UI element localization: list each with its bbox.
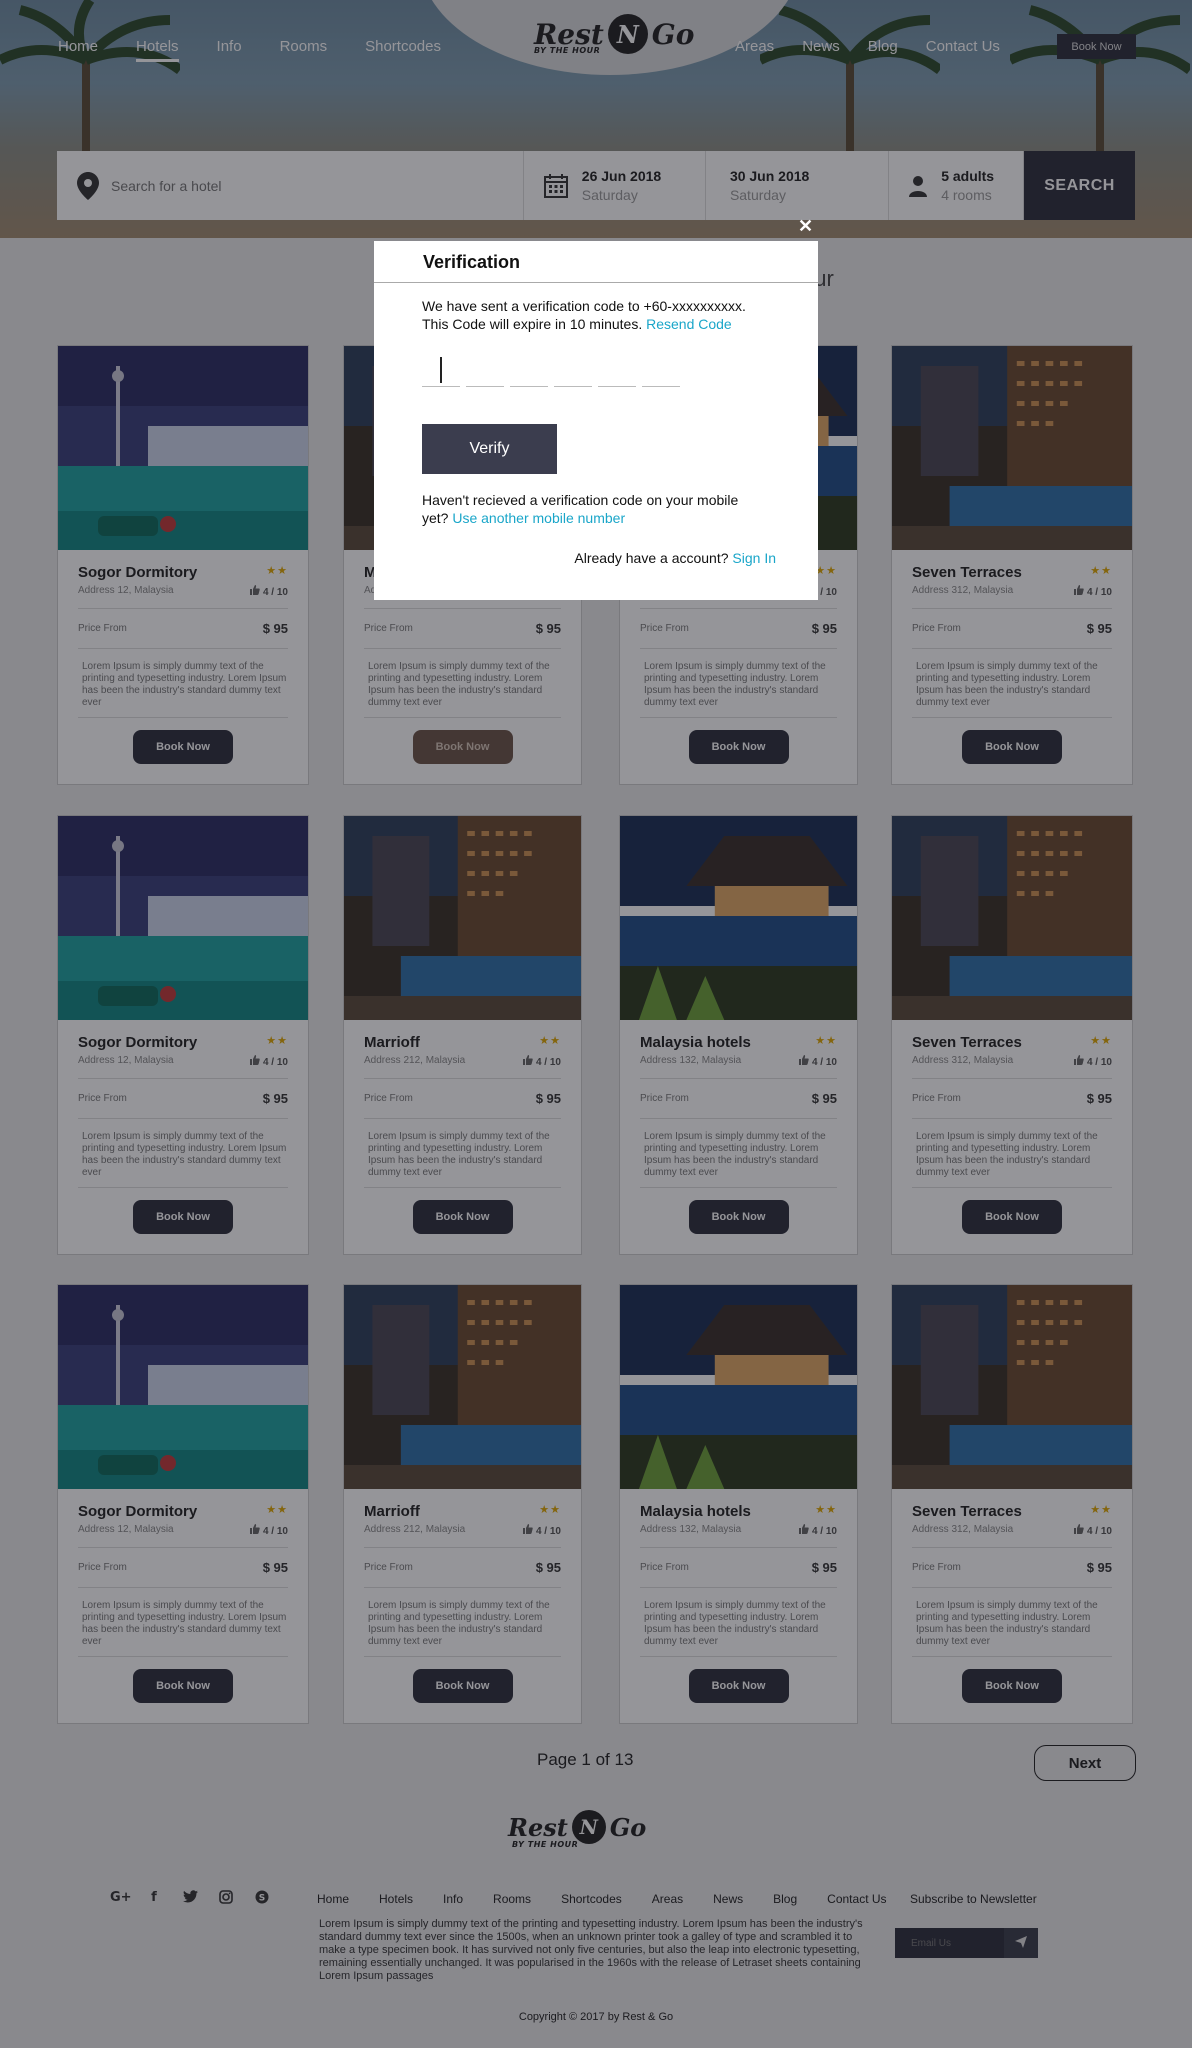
code-digit-4[interactable]	[554, 351, 592, 387]
code-input-group	[422, 351, 680, 387]
close-icon[interactable]: ✕	[798, 216, 813, 236]
modal-title: Verification	[423, 252, 521, 272]
verification-message: We have sent a verification code to +60-…	[422, 297, 792, 333]
verification-message-line2: This Code will expire in 10 minutes.	[422, 316, 643, 332]
sign-in-link[interactable]: Sign In	[732, 550, 776, 566]
code-digit-3[interactable]	[510, 351, 548, 387]
sign-in-prompt: Already have a account? Sign In	[574, 550, 776, 566]
verification-message-line1: We have sent a verification code to +60-…	[422, 298, 746, 314]
text-cursor	[440, 357, 442, 383]
modal-divider	[374, 282, 818, 283]
not-received-message: Haven't recieved a verification code on …	[422, 491, 752, 527]
code-digit-6[interactable]	[642, 351, 680, 387]
have-account-text: Already have a account?	[574, 550, 729, 566]
code-digit-2[interactable]	[466, 351, 504, 387]
verify-button[interactable]: Verify	[422, 424, 557, 474]
resend-code-link[interactable]: Resend Code	[646, 316, 732, 332]
verification-modal: Verification We have sent a verification…	[374, 241, 818, 600]
use-another-number-link[interactable]: Use another mobile number	[452, 510, 625, 526]
code-digit-5[interactable]	[598, 351, 636, 387]
